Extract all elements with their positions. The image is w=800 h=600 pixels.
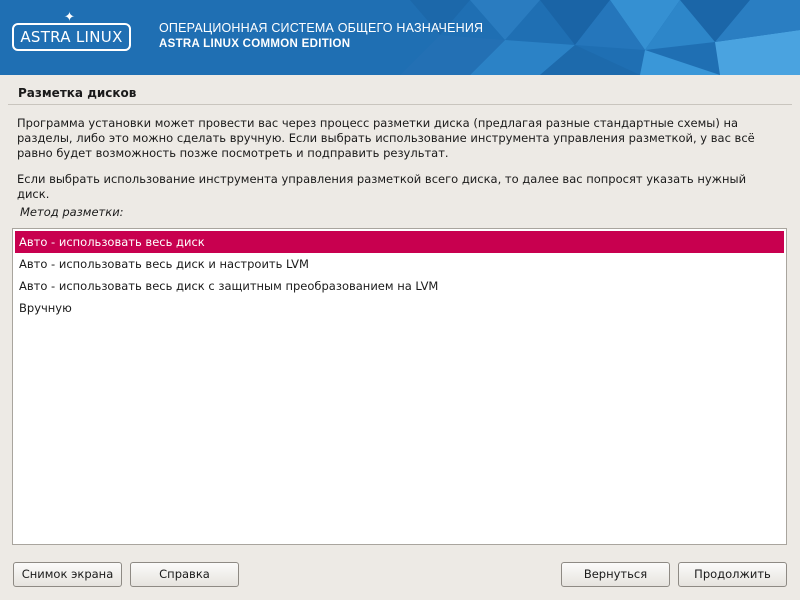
installer-header: ASTRA LINUX ✦ ОПЕРАЦИОННАЯ СИСТЕМА ОБЩЕГ… [0,0,800,75]
page-title: Разметка дисков [18,86,137,100]
header-edition: ASTRA LINUX COMMON EDITION [159,38,351,50]
continue-button[interactable]: Продолжить [678,562,787,587]
back-button[interactable]: Вернуться [561,562,670,587]
help-button[interactable]: Справка [130,562,239,587]
description-paragraph-2: Если выбрать использование инструмента у… [17,172,747,201]
description-paragraph-1: Программа установки может провести вас ч… [17,116,755,160]
title-divider [8,104,792,105]
list-item-auto-whole-disk[interactable]: Авто - использовать весь диск [15,231,784,253]
list-item-auto-lvm[interactable]: Авто - использовать весь диск и настроит… [15,253,784,275]
list-item-auto-encrypted-lvm[interactable]: Авто - использовать весь диск с защитным… [15,275,784,297]
astra-linux-logo: ASTRA LINUX [12,23,131,51]
logo-text: ASTRA LINUX [20,28,123,46]
screenshot-button[interactable]: Снимок экрана [13,562,122,587]
method-label: Метод разметки: [20,205,124,219]
star-icon: ✦ [64,10,75,25]
header-subtitle: ОПЕРАЦИОННАЯ СИСТЕМА ОБЩЕГО НАЗНАЧЕНИЯ [159,21,484,35]
list-item-manual[interactable]: Вручную [15,297,784,319]
partition-method-list[interactable]: Авто - использовать весь диск Авто - исп… [12,228,787,545]
